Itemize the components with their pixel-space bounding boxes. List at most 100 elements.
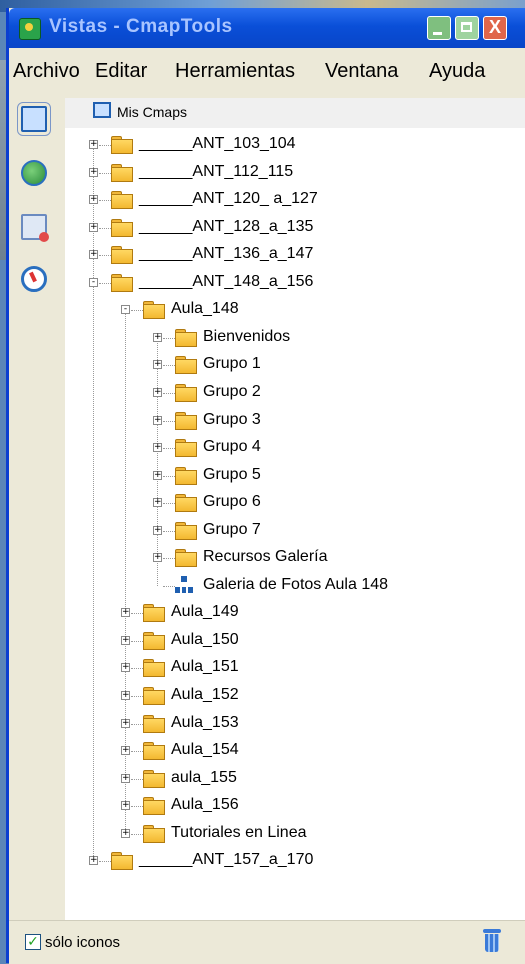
globe-icon[interactable] (21, 160, 47, 186)
folder-item[interactable]: + Aula_151 (121, 657, 525, 681)
expand-icon[interactable]: + (153, 525, 162, 535)
folder-item[interactable]: + Aula_154 (121, 740, 525, 764)
tree-connector (131, 310, 143, 312)
tree-connector (99, 145, 111, 146)
tree-connector (99, 282, 111, 284)
expand-icon[interactable]: + (89, 222, 98, 232)
tree-item-label: Grupo 2 (203, 382, 261, 400)
tree-item-label: Grupo 1 (203, 355, 261, 373)
tree-item-label: Aula_149 (171, 603, 239, 621)
tree-item-label: Aula_156 (171, 796, 239, 814)
menu-ventana[interactable]: Ventana (325, 60, 398, 83)
expand-icon[interactable]: + (153, 553, 162, 563)
expand-icon[interactable]: + (153, 332, 162, 342)
expand-icon[interactable]: + (89, 250, 98, 260)
folder-icon (175, 383, 197, 402)
tree-root-row[interactable]: Mis Cmaps (65, 98, 525, 128)
folder-item[interactable]: + ______ANT_120_ a_127 (89, 189, 525, 213)
menu-editar[interactable]: Editar (95, 60, 147, 83)
expand-icon[interactable]: + (89, 195, 98, 205)
folder-icon (143, 687, 165, 705)
folder-item[interactable]: + ______ANT_103_104 (89, 134, 525, 158)
expand-icon[interactable]: + (121, 746, 130, 756)
only-icons-label: sólo iconos (45, 934, 121, 951)
tree-connector (163, 365, 175, 367)
expand-icon[interactable]: + (89, 140, 98, 149)
tree-connector (163, 558, 175, 560)
folder-item[interactable]: + ______ANT_157_a_170 (89, 850, 525, 874)
close-button[interactable]: X (483, 16, 507, 40)
expand-icon[interactable]: + (153, 387, 162, 397)
folder-item[interactable]: + ______ANT_128_a_135 (89, 217, 525, 241)
expand-icon[interactable]: + (121, 691, 130, 700)
folder-item[interactable]: + Bienvenidos (153, 327, 525, 351)
expand-icon[interactable]: + (153, 415, 162, 425)
only-icons-checkbox[interactable]: ✓ (25, 934, 41, 950)
title-bar[interactable]: Vistas - CmapTools X (9, 8, 525, 48)
folder-item[interactable]: + aula_155 (121, 768, 525, 792)
folder-item[interactable]: + Grupo 6 (153, 492, 525, 516)
folder-item[interactable]: + Aula_149 (121, 602, 525, 626)
folder-item[interactable]: + Aula_150 (121, 630, 525, 654)
expand-icon[interactable]: + (121, 608, 130, 618)
status-bar: ✓ sólo iconos (9, 920, 525, 964)
expand-icon[interactable]: + (89, 167, 98, 177)
tree-item-label: ______ANT_148_a_156 (139, 272, 314, 290)
folder-icon (111, 852, 133, 871)
menu-ayuda[interactable]: Ayuda (429, 60, 485, 83)
expand-icon[interactable]: + (153, 443, 162, 453)
cmaps-tree: Mis Cmaps + ______ANT_103_104 + ______ANT_1… (65, 98, 525, 920)
menu-bar: Archivo Editar Herramientas Ventana Ayud… (9, 56, 525, 90)
folder-item[interactable]: + Aula_152 (121, 685, 525, 709)
expand-icon[interactable]: + (121, 773, 130, 783)
expand-icon[interactable]: + (121, 801, 130, 811)
folder-item[interactable]: + Grupo 7 (153, 520, 525, 544)
collapse-icon[interactable]: - (89, 277, 98, 287)
menu-archivo[interactable]: Archivo (13, 60, 80, 83)
expand-icon[interactable]: + (121, 718, 130, 728)
tree-connector (131, 613, 143, 615)
monitor-icon[interactable] (17, 102, 51, 136)
expand-icon[interactable]: + (121, 635, 130, 645)
tree-item-label: Aula_153 (171, 713, 239, 731)
tree-item-label: Aula_152 (171, 686, 239, 703)
tree-connector (131, 806, 143, 808)
menu-herramientas[interactable]: Herramientas (175, 60, 295, 83)
folder-item[interactable]: + Grupo 4 (153, 437, 525, 461)
expand-icon[interactable]: + (153, 498, 162, 508)
tree-connector (131, 640, 143, 642)
expand-icon[interactable]: + (153, 360, 162, 370)
folder-item[interactable]: + Recursos Galería (153, 547, 525, 571)
expand-icon[interactable]: + (153, 470, 162, 480)
minimize-button[interactable] (427, 16, 451, 40)
monitor-icon (93, 102, 111, 118)
tree-connector (163, 530, 175, 532)
maximize-button[interactable] (455, 16, 479, 40)
cmap-item[interactable]: Galeria de Fotos Aula 148 (153, 575, 525, 599)
history-icon[interactable] (21, 214, 49, 242)
tree-connector (131, 751, 143, 753)
tree-item-label: Grupo 3 (203, 410, 261, 428)
folder-item[interactable]: + Grupo 5 (153, 465, 525, 489)
folder-item[interactable]: + Grupo 2 (153, 382, 525, 406)
open-folder-icon (111, 273, 133, 292)
folder-item[interactable]: + Tutoriales en Linea (121, 823, 525, 847)
folder-icon (175, 494, 197, 513)
folder-item[interactable]: + Grupo 3 (153, 410, 525, 434)
collapse-icon[interactable]: - (121, 305, 130, 315)
tree-connector (99, 255, 111, 257)
folder-item[interactable]: + Aula_153 (121, 713, 525, 737)
trash-icon[interactable] (483, 929, 501, 953)
folder-item[interactable]: - Aula_148 (121, 299, 525, 323)
folder-item[interactable]: + ______ANT_112_115 (89, 162, 525, 186)
folder-item[interactable]: + ______ANT_136_a_147 (89, 244, 525, 268)
tree-connector (163, 392, 175, 394)
folder-item[interactable]: + Grupo 1 (153, 354, 525, 378)
folder-item[interactable]: - ______ANT_148_a_156 (89, 272, 525, 296)
folder-icon (111, 246, 133, 265)
expand-icon[interactable]: + (121, 663, 130, 673)
folder-item[interactable]: + Aula_156 (121, 795, 525, 819)
expand-icon[interactable]: + (121, 828, 130, 838)
compass-icon[interactable] (21, 266, 47, 292)
expand-icon[interactable]: + (89, 856, 98, 866)
